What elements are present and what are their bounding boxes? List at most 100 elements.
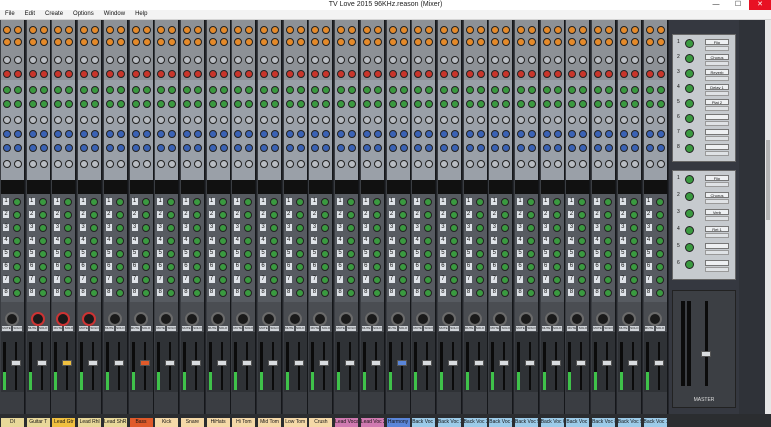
knob[interactable] xyxy=(399,86,408,94)
send-knob[interactable] xyxy=(270,237,278,245)
knob[interactable] xyxy=(182,144,191,152)
knob[interactable] xyxy=(399,116,408,124)
menu-edit[interactable]: Edit xyxy=(20,10,40,19)
fader-cap[interactable] xyxy=(113,360,124,366)
fader-cap[interactable] xyxy=(293,360,304,366)
channel-name[interactable]: Lead Gtr xyxy=(52,418,76,427)
send-knob[interactable] xyxy=(115,211,124,219)
knob[interactable] xyxy=(630,70,639,78)
pan-knob[interactable] xyxy=(210,312,225,326)
send-knob[interactable] xyxy=(295,198,304,206)
knob[interactable] xyxy=(517,26,525,34)
send-knob[interactable] xyxy=(655,263,664,271)
knob[interactable] xyxy=(619,70,628,78)
knob[interactable] xyxy=(528,70,536,78)
fx-return-knob[interactable] xyxy=(685,129,694,138)
knob[interactable] xyxy=(39,26,48,34)
knob[interactable] xyxy=(450,26,459,34)
send-knob[interactable] xyxy=(398,263,407,271)
send-knob[interactable] xyxy=(295,237,304,245)
knob[interactable] xyxy=(28,130,37,138)
knob[interactable] xyxy=(296,86,305,94)
send-knob[interactable] xyxy=(192,224,201,232)
knob[interactable] xyxy=(528,160,536,168)
knob[interactable] xyxy=(142,144,151,152)
channel-name[interactable]: Back Voc 10 xyxy=(643,418,667,427)
knob[interactable] xyxy=(208,38,217,46)
knob[interactable] xyxy=(296,100,305,108)
fader-slot[interactable] xyxy=(503,342,506,390)
knob[interactable] xyxy=(193,38,202,46)
send-knob[interactable] xyxy=(372,276,381,284)
send-knob[interactable] xyxy=(218,198,227,206)
knob[interactable] xyxy=(476,26,485,34)
send-knob[interactable] xyxy=(38,237,47,245)
knob[interactable] xyxy=(39,70,48,78)
mute-button[interactable]: MUTE xyxy=(336,326,346,331)
knob[interactable] xyxy=(105,160,114,168)
knob[interactable] xyxy=(3,100,11,108)
mute-button[interactable]: MUTE xyxy=(413,326,423,331)
fader-cap[interactable] xyxy=(268,360,278,366)
send-knob[interactable] xyxy=(372,250,381,258)
knob[interactable] xyxy=(362,160,371,168)
mute-button[interactable]: MUTE xyxy=(516,326,525,331)
knob[interactable] xyxy=(619,130,628,138)
send-knob[interactable] xyxy=(141,250,150,258)
knob[interactable] xyxy=(645,100,654,108)
knob[interactable] xyxy=(260,70,268,78)
knob[interactable] xyxy=(476,144,485,152)
knob[interactable] xyxy=(193,70,202,78)
send-knob[interactable] xyxy=(38,250,47,258)
knob[interactable] xyxy=(116,56,125,64)
knob[interactable] xyxy=(271,70,279,78)
send-knob[interactable] xyxy=(13,198,21,206)
knob[interactable] xyxy=(28,70,37,78)
knob[interactable] xyxy=(219,116,228,124)
knob[interactable] xyxy=(14,86,22,94)
send-knob[interactable] xyxy=(655,289,664,297)
send-knob[interactable] xyxy=(629,250,638,258)
mute-button[interactable]: MUTE xyxy=(618,326,628,331)
knob[interactable] xyxy=(476,160,485,168)
pan-knob[interactable] xyxy=(390,312,405,326)
send-knob[interactable] xyxy=(115,276,124,284)
knob[interactable] xyxy=(39,160,48,168)
send-knob[interactable] xyxy=(655,198,664,206)
send-knob[interactable] xyxy=(295,211,304,219)
knob[interactable] xyxy=(476,100,485,108)
send-knob[interactable] xyxy=(552,250,561,258)
knob[interactable] xyxy=(439,116,448,124)
send-knob[interactable] xyxy=(13,211,21,219)
mute-button[interactable]: MUTE xyxy=(104,326,114,331)
mute-button[interactable]: MUTE xyxy=(541,326,551,331)
fader-slot[interactable] xyxy=(631,342,634,390)
knob[interactable] xyxy=(399,26,408,34)
send-knob[interactable] xyxy=(13,237,21,245)
knob[interactable] xyxy=(28,160,37,168)
knob[interactable] xyxy=(3,70,11,78)
knob[interactable] xyxy=(465,86,474,94)
pan-knob[interactable] xyxy=(467,312,482,326)
knob[interactable] xyxy=(296,26,305,34)
knob[interactable] xyxy=(271,38,279,46)
knob[interactable] xyxy=(399,38,408,46)
pan-knob[interactable] xyxy=(364,312,379,326)
knob[interactable] xyxy=(182,100,191,108)
knob[interactable] xyxy=(542,144,551,152)
knob[interactable] xyxy=(528,116,536,124)
vertical-scrollbar[interactable] xyxy=(765,20,771,414)
pan-knob[interactable] xyxy=(544,312,559,326)
knob[interactable] xyxy=(105,130,114,138)
knob[interactable] xyxy=(260,86,268,94)
fader-slot[interactable] xyxy=(297,342,300,390)
knob[interactable] xyxy=(219,144,228,152)
knob[interactable] xyxy=(14,160,22,168)
knob[interactable] xyxy=(271,130,279,138)
fader-cap[interactable] xyxy=(499,360,510,366)
knob[interactable] xyxy=(208,26,217,34)
knob[interactable] xyxy=(131,116,140,124)
send-knob[interactable] xyxy=(270,276,278,284)
send-knob[interactable] xyxy=(192,276,201,284)
knob[interactable] xyxy=(465,26,474,34)
